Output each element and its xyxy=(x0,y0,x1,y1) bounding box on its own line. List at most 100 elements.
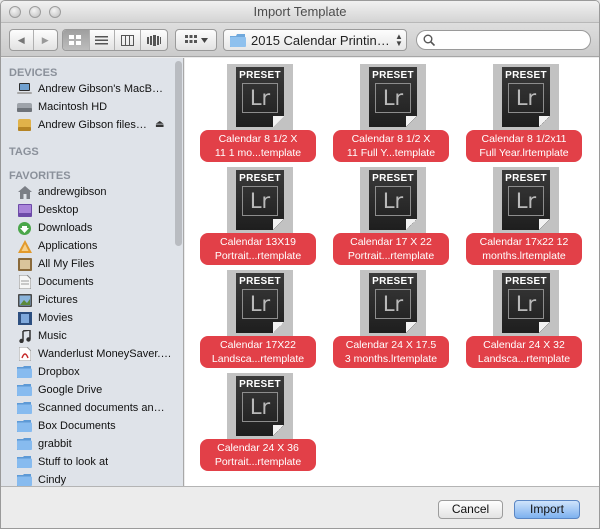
sidebar-item-label: Applications xyxy=(38,240,98,252)
sidebar-item-documents[interactable]: Documents xyxy=(1,273,173,291)
preset-file-icon: PRESET Lr xyxy=(227,64,293,130)
forward-arrow-icon: ▶ xyxy=(41,34,49,45)
file-name-label: Calendar 17x22 12 months.lrtemplate xyxy=(466,233,582,265)
close-window-button[interactable] xyxy=(9,6,21,18)
folder-icon xyxy=(17,455,32,469)
sidebar-item-all-my-files[interactable]: All My Files xyxy=(1,255,173,273)
sidebar-item-external-drive[interactable]: Andrew Gibson files… xyxy=(1,116,173,134)
minimize-window-button[interactable] xyxy=(29,6,41,18)
cover-flow-button[interactable] xyxy=(141,30,167,50)
sidebar-item-label: Andrew Gibson files… xyxy=(38,119,147,131)
file-item[interactable]: PRESET Lr Calendar 8 1/2 X 11 1 mo...templ… xyxy=(200,60,326,162)
location-popup[interactable]: 2015 Calendar Printin… ▲ ▼ xyxy=(223,29,407,51)
file-name-label: Calendar 13X19 Portrait...rtemplate xyxy=(200,233,316,265)
file-item[interactable]: PRESET Lr Calendar 24 X 17.5 3 months.lrte… xyxy=(333,266,459,368)
folder-icon xyxy=(17,383,32,397)
preset-file-icon: PRESET Lr xyxy=(360,270,426,336)
sidebar-item-label: Cindy xyxy=(38,474,67,486)
sidebar-item-wanderlust-pdf[interactable]: Wanderlust MoneySaver.pdf xyxy=(1,345,173,363)
sidebar-item-cindy[interactable]: Cindy xyxy=(1,471,173,486)
pdf-icon xyxy=(17,347,32,361)
documents-icon xyxy=(17,275,32,289)
search-icon xyxy=(423,34,435,46)
music-icon xyxy=(17,329,32,343)
file-name-label: Calendar 24 X 32 Landsca...rtemplate xyxy=(466,336,582,368)
sidebar-item-downloads[interactable]: Downloads xyxy=(1,219,173,237)
sidebar-item-label: andrewgibson xyxy=(38,186,107,198)
dialog-footer: Cancel Import xyxy=(1,486,599,528)
sidebar-item-label: Documents xyxy=(38,276,94,288)
preset-file-icon: PRESET Lr xyxy=(227,167,293,233)
eject-icon[interactable]: ⏏ xyxy=(155,119,164,130)
file-name-label: Calendar 8 1/2 X 11 1 mo...template xyxy=(200,130,316,162)
sidebar-item-music[interactable]: Music xyxy=(1,327,173,345)
sidebar-item-label: Scanned documents an… xyxy=(38,402,165,414)
movies-icon xyxy=(17,311,32,325)
sidebar-item-label: Downloads xyxy=(38,222,93,234)
column-view-button[interactable] xyxy=(115,30,141,50)
favorites-heading: FAVORITES xyxy=(9,170,71,182)
search-field[interactable] xyxy=(416,30,591,50)
file-item[interactable]: PRESET Lr Calendar 8 1/2x11 Full Year.lrte… xyxy=(466,60,592,162)
file-name-label: Calendar 24 X 17.5 3 months.lrtemplate xyxy=(333,336,449,368)
sidebar-item-label: Wanderlust MoneySaver.pdf xyxy=(38,348,173,360)
preset-file-icon: PRESET Lr xyxy=(360,64,426,130)
sidebar-item-label: Stuff to look at xyxy=(38,456,109,468)
sidebar-item-andrewgibson[interactable]: andrewgibson xyxy=(1,183,173,201)
list-view-button[interactable] xyxy=(90,30,116,50)
file-name-label: Calendar 8 1/2 X 11 Full Y...template xyxy=(333,130,449,162)
file-name-label: Calendar 17X22 Landsca...rtemplate xyxy=(200,336,316,368)
home-icon xyxy=(17,185,32,199)
sidebar-item-label: Google Drive xyxy=(38,384,103,396)
title-bar: Import Template xyxy=(1,1,599,23)
arrange-button[interactable] xyxy=(176,30,216,50)
toolbar: ◀ ▶ 2015 Calendar Printin… ▲ ▼ xyxy=(1,23,599,57)
import-template-dialog: Import Template ◀ ▶ 2015 Calendar Printi… xyxy=(0,0,600,529)
nav-buttons: ◀ ▶ xyxy=(9,29,58,51)
file-item[interactable]: PRESET Lr Calendar 17X22 Landsca...rtempla… xyxy=(200,266,326,368)
downloads-icon xyxy=(17,221,32,235)
zoom-window-button[interactable] xyxy=(49,6,61,18)
preset-file-icon: PRESET Lr xyxy=(493,270,559,336)
sidebar-item-movies[interactable]: Movies xyxy=(1,309,173,327)
window-title: Import Template xyxy=(253,4,347,19)
pictures-icon xyxy=(17,293,32,307)
file-item[interactable]: PRESET Lr Calendar 24 X 36 Portrait...rtem… xyxy=(200,369,326,471)
file-item[interactable]: PRESET Lr Calendar 24 X 32 Landsca...rtemp… xyxy=(466,266,592,368)
all-my-files-icon xyxy=(17,257,32,271)
sidebar-item-stuff-to-look-at[interactable]: Stuff to look at xyxy=(1,453,173,471)
sidebar-item-label: Pictures xyxy=(38,294,78,306)
folder-icon xyxy=(17,437,32,451)
folder-icon xyxy=(230,33,246,47)
file-item[interactable]: PRESET Lr Calendar 17x22 12 months.lrtempl… xyxy=(466,163,592,265)
sidebar-item-google-drive[interactable]: Google Drive xyxy=(1,381,173,399)
sidebar-item-scanned-documents[interactable]: Scanned documents an… xyxy=(1,399,173,417)
arrange-icon xyxy=(184,35,197,43)
icon-view-icon xyxy=(69,34,82,45)
sidebar-item-box-documents[interactable]: Box Documents xyxy=(1,417,173,435)
sidebar-item-macbook[interactable]: Andrew Gibson's MacBo… xyxy=(1,80,173,98)
sidebar-item-macintosh-hd[interactable]: Macintosh HD xyxy=(1,98,173,116)
chevron-down-icon xyxy=(200,37,208,43)
arrange-menu[interactable] xyxy=(175,29,217,51)
file-item[interactable]: PRESET Lr Calendar 13X19 Portrait...rtempl… xyxy=(200,163,326,265)
sidebar-item-pictures[interactable]: Pictures xyxy=(1,291,173,309)
sidebar-item-label: Desktop xyxy=(38,204,79,216)
sidebar-item-label: Music xyxy=(38,330,67,342)
sidebar-scrollbar[interactable] xyxy=(175,61,182,246)
sidebar-item-applications[interactable]: Applications xyxy=(1,237,173,255)
file-name-label: Calendar 17 X 22 Portrait...rtemplate xyxy=(333,233,449,265)
sidebar-item-desktop[interactable]: Desktop xyxy=(1,201,173,219)
icon-view-button[interactable] xyxy=(63,30,90,50)
sidebar-item-dropbox[interactable]: Dropbox xyxy=(1,363,173,381)
folder-icon xyxy=(17,419,32,433)
search-input[interactable] xyxy=(439,32,584,48)
sidebar-item-grabbit[interactable]: grabbit xyxy=(1,435,173,453)
import-button[interactable]: Import xyxy=(514,500,580,519)
file-item[interactable]: PRESET Lr Calendar 8 1/2 X 11 Full Y...tem… xyxy=(333,60,459,162)
cancel-button[interactable]: Cancel xyxy=(438,500,503,519)
forward-button[interactable]: ▶ xyxy=(34,30,57,50)
back-button[interactable]: ◀ xyxy=(10,30,34,50)
hard-drive-icon xyxy=(17,100,32,114)
file-item[interactable]: PRESET Lr Calendar 17 X 22 Portrait...rtem… xyxy=(333,163,459,265)
